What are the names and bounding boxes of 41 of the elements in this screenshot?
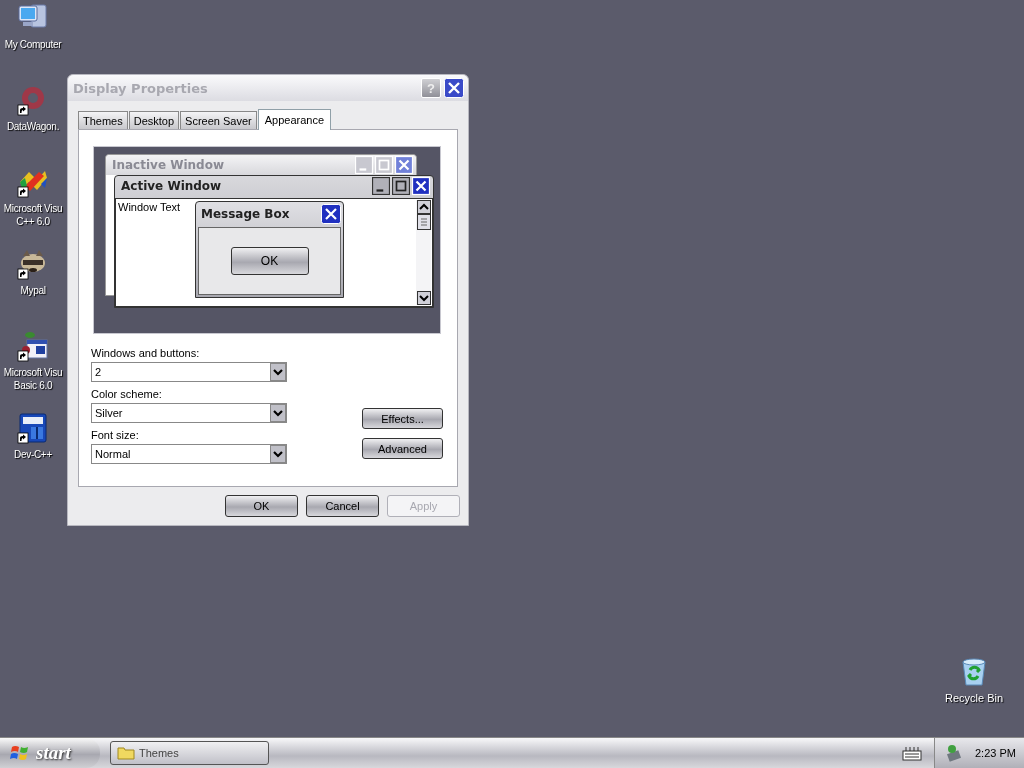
chevron-down-icon (270, 404, 286, 422)
dialog-button[interactable]: Cancel (306, 495, 379, 517)
tab[interactable]: Desktop (128, 111, 180, 129)
dialog-button[interactable]: OK (225, 495, 298, 517)
dialog-button[interactable]: Advanced (362, 438, 443, 459)
icon-label: Microsoft Visu Basic 6.0 (3, 366, 63, 392)
close-icon[interactable] (444, 78, 464, 98)
dialog-button[interactable]: Effects... (362, 408, 443, 429)
ok-button[interactable]: OK (230, 247, 309, 275)
window-title: Display Properties (73, 80, 209, 96)
tab[interactable]: Screen Saver (180, 111, 257, 129)
close-icon (321, 204, 341, 224)
clock: 2:23 PM (975, 747, 1016, 759)
icon-label: DataWagon. (6, 120, 60, 133)
taskbar-button[interactable]: Themes (110, 741, 269, 765)
dropdown[interactable]: 2 (91, 362, 287, 382)
chevron-down-icon (270, 445, 286, 463)
square-app-icon[interactable] (17, 412, 49, 444)
dropdown[interactable]: Normal (91, 444, 287, 464)
leaf-window-icon[interactable] (17, 330, 49, 362)
icon-label: Recycle Bin (944, 692, 1004, 705)
field-label: Font size: (91, 428, 140, 442)
dropdown[interactable]: Silver (91, 403, 287, 423)
window-text: Window Text (118, 201, 181, 213)
windows-flag-icon (10, 743, 30, 763)
tab[interactable]: Appearance (257, 109, 332, 130)
window-title: Active Window (121, 179, 223, 193)
window-title: Inactive Window (112, 158, 226, 172)
folder-icon (117, 746, 135, 760)
field-label: Color scheme: (91, 387, 163, 401)
icon-label: My Computer (4, 38, 62, 51)
tab[interactable]: Themes (78, 111, 128, 129)
chevron-down-icon (270, 363, 286, 381)
close-icon (412, 177, 430, 195)
window-title: Message Box (201, 207, 291, 221)
network-icon[interactable] (945, 744, 963, 762)
icon-label: Mypal (20, 284, 46, 297)
icon-label: Dev-C++ (14, 448, 52, 461)
field-label: Windows and buttons: (91, 346, 201, 360)
keyboard-icon[interactable] (902, 745, 922, 761)
icon-label: Microsoft Visu C++ 6.0 (3, 202, 63, 228)
